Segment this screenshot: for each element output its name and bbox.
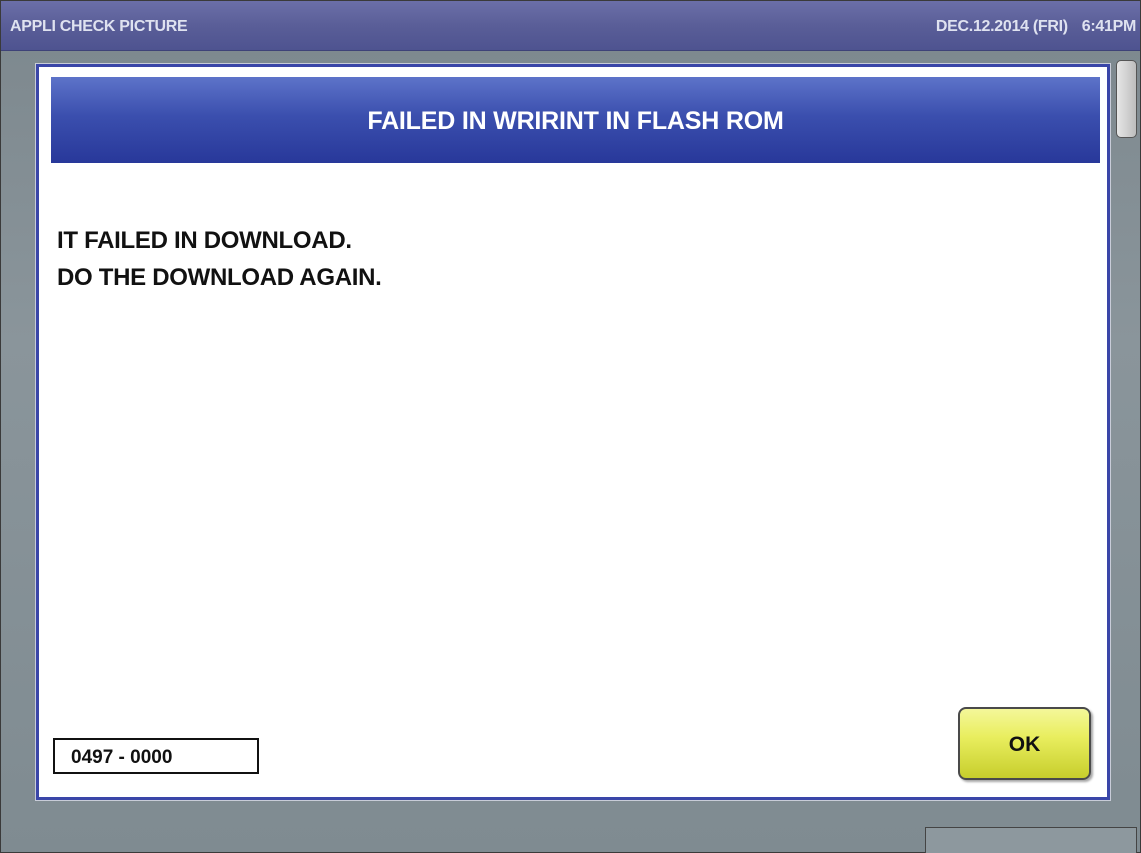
- ok-button-label: OK: [1008, 733, 1041, 756]
- scrollbar[interactable]: [1113, 58, 1139, 818]
- datetime: DEC.12.2014 (FRI) 6:41PM: [936, 18, 1136, 36]
- title-bar: APPLI CHECK PICTURE DEC.12.2014 (FRI) 6:4…: [1, 1, 1140, 51]
- dialog-header: FAILED IN WRIRINT IN FLASH ROM: [51, 77, 1100, 163]
- app-title: APPLI CHECK PICTURE: [10, 18, 188, 35]
- error-message: IT FAILED IN DOWNLOAD. DO THE DOWNLOAD A…: [57, 222, 382, 296]
- bottom-panel-tab[interactable]: [925, 827, 1137, 853]
- dialog-title: FAILED IN WRIRINT IN FLASH ROM: [367, 107, 784, 135]
- date-display: DEC.12.2014 (FRI): [935, 18, 1068, 35]
- message-line: IT FAILED IN DOWNLOAD.: [57, 227, 352, 254]
- time-display: 6:41PM: [1081, 18, 1137, 35]
- scrollbar-thumb[interactable]: [1116, 60, 1137, 138]
- message-line: DO THE DOWNLOAD AGAIN.: [57, 264, 382, 291]
- error-code: 0497 - 0000: [71, 747, 173, 768]
- ok-button[interactable]: OK: [958, 707, 1091, 780]
- error-dialog: FAILED IN WRIRINT IN FLASH ROM IT FAILED…: [36, 64, 1110, 800]
- error-code-box: 0497 - 0000: [53, 738, 259, 774]
